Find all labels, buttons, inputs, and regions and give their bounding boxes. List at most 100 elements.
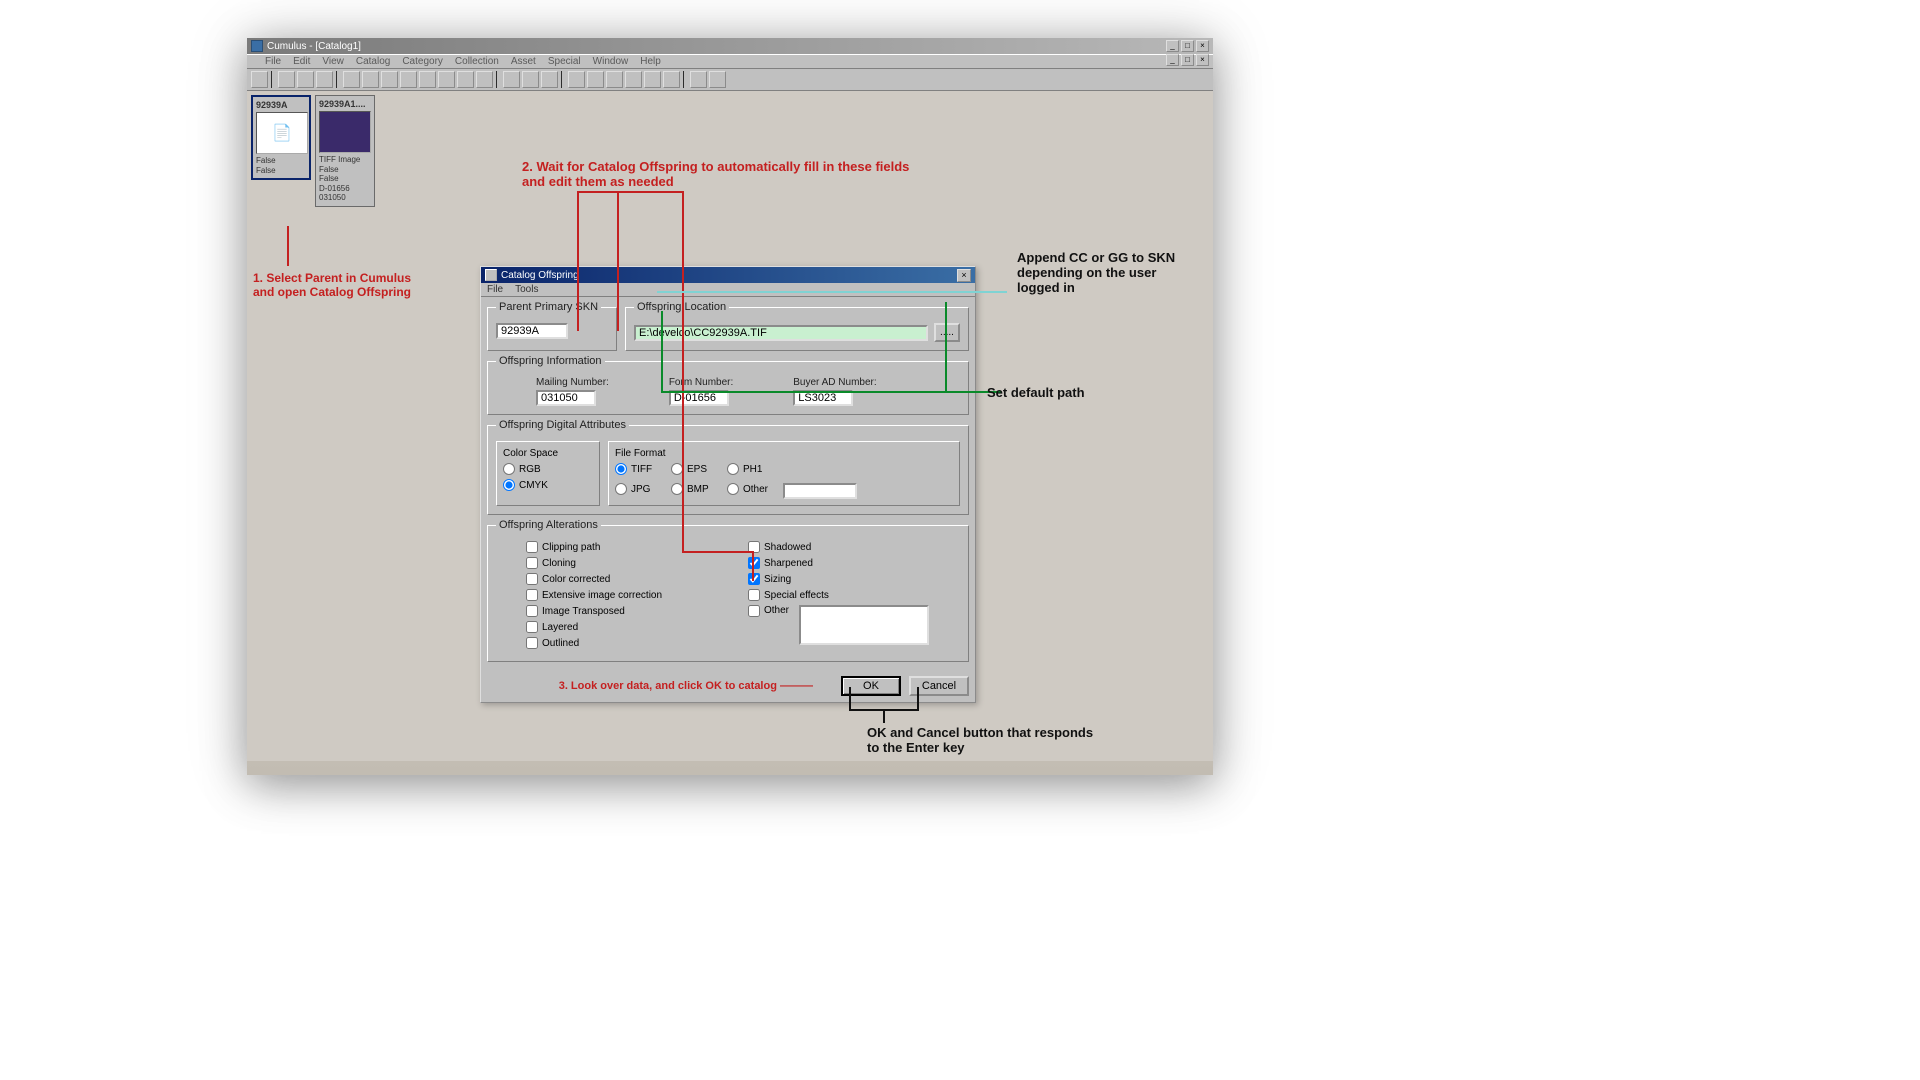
- app-icon: [251, 40, 263, 52]
- alt-layered[interactable]: Layered: [526, 621, 738, 633]
- toolbar-button[interactable]: [316, 71, 333, 88]
- browse-button[interactable]: .....: [934, 323, 960, 342]
- toolbar-button[interactable]: [362, 71, 379, 88]
- alt-other-text[interactable]: [799, 605, 929, 645]
- annotation-line: [883, 709, 885, 723]
- parent-skn-legend: Parent Primary SKN: [496, 301, 601, 313]
- default-path-annotation: Set default path: [987, 385, 1085, 400]
- append-skn-annotation: Append CC or GG to SKN depending on the …: [1017, 250, 1197, 295]
- alt-transposed[interactable]: Image Transposed: [526, 605, 738, 617]
- color-space-cmyk[interactable]: CMYK: [503, 479, 593, 491]
- toolbar-button[interactable]: [251, 71, 268, 88]
- alterations-legend: Offspring Alterations: [496, 519, 601, 531]
- menubar: File Edit View Catalog Category Collecti…: [247, 54, 1213, 69]
- menu-asset[interactable]: Asset: [511, 56, 536, 67]
- offspring-location-input[interactable]: [634, 325, 928, 341]
- buyer-ad-label: Buyer AD Number:: [793, 377, 876, 388]
- step2-annotation: 2. Wait for Catalog Offspring to automat…: [522, 159, 982, 189]
- toolbar-button[interactable]: [587, 71, 604, 88]
- mdi-maximize-icon[interactable]: □: [1181, 54, 1194, 66]
- alt-shadowed[interactable]: Shadowed: [748, 541, 960, 553]
- file-format-jpg[interactable]: JPG: [615, 483, 671, 495]
- annotation-line: [287, 226, 289, 266]
- dialog-menu-file[interactable]: File: [487, 284, 503, 295]
- thumbnail-title: 92939A: [256, 100, 306, 110]
- toolbar-button[interactable]: [476, 71, 493, 88]
- ok-button[interactable]: OK: [841, 676, 901, 696]
- alt-extensive[interactable]: Extensive image correction: [526, 589, 738, 601]
- menu-edit[interactable]: Edit: [293, 56, 310, 67]
- minimize-icon[interactable]: _: [1166, 40, 1179, 52]
- dialog-menu-tools[interactable]: Tools: [515, 284, 538, 295]
- thumbnail-item[interactable]: 92939A1.... TIFF Image False False D-016…: [315, 95, 375, 207]
- ok-cancel-annotation: OK and Cancel button that responds to th…: [867, 725, 1107, 755]
- toolbar-button[interactable]: [419, 71, 436, 88]
- thumbnail-meta: TIFF Image False False D-01656 031050: [319, 155, 371, 203]
- cancel-button[interactable]: Cancel: [909, 676, 969, 696]
- toolbar-button[interactable]: [438, 71, 455, 88]
- alt-other[interactable]: Other: [748, 605, 960, 645]
- alt-clipping-path[interactable]: Clipping path: [526, 541, 738, 553]
- mdi-window-controls: _ □ ×: [1166, 54, 1209, 67]
- menu-catalog[interactable]: Catalog: [356, 56, 390, 67]
- file-format-bmp[interactable]: BMP: [671, 483, 727, 495]
- thumbnail-meta: False False: [256, 156, 306, 175]
- window-controls: _ □ ×: [1166, 40, 1209, 52]
- app-window: Cumulus - [Catalog1] _ □ × _ □ × File Ed…: [247, 38, 1213, 775]
- step3-annotation: 3. Look over data, and click OK to catal…: [487, 676, 833, 696]
- toolbar-button[interactable]: [690, 71, 707, 88]
- form-number-label: Form Number:: [669, 377, 733, 388]
- toolbar-button[interactable]: [343, 71, 360, 88]
- toolbar-button[interactable]: [663, 71, 680, 88]
- mdi-close-icon[interactable]: ×: [1196, 54, 1209, 66]
- toolbar-button[interactable]: [625, 71, 642, 88]
- offspring-location-legend: Offspring Location: [634, 301, 729, 313]
- file-format-other-input[interactable]: [783, 483, 857, 499]
- menu-view[interactable]: View: [322, 56, 344, 67]
- menu-file[interactable]: File: [265, 56, 281, 67]
- maximize-icon[interactable]: □: [1181, 40, 1194, 52]
- alt-color-corrected[interactable]: Color corrected: [526, 573, 738, 585]
- alt-outlined[interactable]: Outlined: [526, 637, 738, 649]
- menu-special[interactable]: Special: [548, 56, 581, 67]
- mailing-number-input[interactable]: [536, 390, 596, 406]
- dialog-close-icon[interactable]: ×: [957, 269, 971, 282]
- alt-cloning[interactable]: Cloning: [526, 557, 738, 569]
- toolbar-button[interactable]: [709, 71, 726, 88]
- file-format-other[interactable]: Other: [727, 483, 783, 495]
- close-icon[interactable]: ×: [1196, 40, 1209, 52]
- buyer-ad-input[interactable]: [793, 390, 853, 406]
- dialog-menubar: File Tools: [481, 283, 975, 297]
- toolbar-button[interactable]: [644, 71, 661, 88]
- toolbar-button[interactable]: [457, 71, 474, 88]
- toolbar-button[interactable]: [381, 71, 398, 88]
- toolbar-button[interactable]: [400, 71, 417, 88]
- toolbar-button[interactable]: [522, 71, 539, 88]
- alt-special[interactable]: Special effects: [748, 589, 960, 601]
- file-format-eps[interactable]: EPS: [671, 463, 727, 475]
- menu-collection[interactable]: Collection: [455, 56, 499, 67]
- toolbar-button[interactable]: [297, 71, 314, 88]
- color-space-rgb[interactable]: RGB: [503, 463, 593, 475]
- alt-sizing[interactable]: Sizing: [748, 573, 960, 585]
- toolbar-button[interactable]: [606, 71, 623, 88]
- thumbnail-image: [319, 111, 371, 153]
- toolbar-button[interactable]: [278, 71, 295, 88]
- toolbar-button[interactable]: [568, 71, 585, 88]
- menu-category[interactable]: Category: [402, 56, 443, 67]
- toolbar-button[interactable]: [541, 71, 558, 88]
- menu-help[interactable]: Help: [640, 56, 661, 67]
- toolbar: [247, 69, 1213, 91]
- menu-window[interactable]: Window: [593, 56, 629, 67]
- toolbar-button[interactable]: [503, 71, 520, 88]
- catalog-offspring-dialog: Catalog Offspring × File Tools Parent Pr…: [480, 266, 976, 703]
- app-title: Cumulus - [Catalog1]: [267, 41, 361, 52]
- thumbnail-item[interactable]: 92939A 📄 False False: [251, 95, 311, 180]
- thumbnail-title: 92939A1....: [319, 99, 371, 109]
- mdi-minimize-icon[interactable]: _: [1166, 54, 1179, 66]
- parent-skn-input[interactable]: [496, 323, 568, 339]
- file-format-ph1[interactable]: PH1: [727, 463, 783, 475]
- form-number-input[interactable]: [669, 390, 729, 406]
- file-format-tiff[interactable]: TIFF: [615, 463, 671, 475]
- alt-sharpened[interactable]: Sharpened: [748, 557, 960, 569]
